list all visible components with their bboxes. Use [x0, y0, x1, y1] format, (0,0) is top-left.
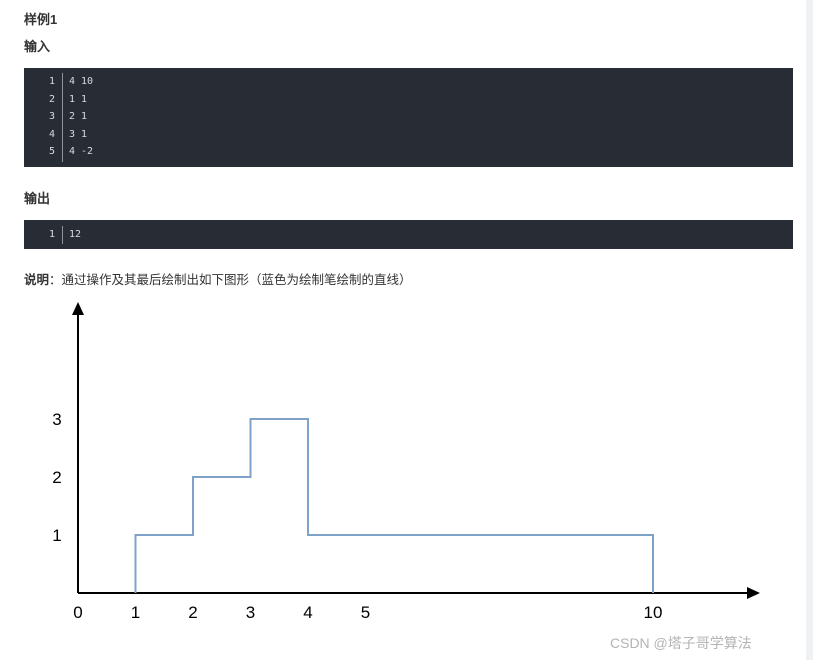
x-tick-label: 1 — [131, 603, 140, 622]
step-series-line — [134, 418, 654, 593]
watermark: CSDN @塔子哥学算法 — [610, 635, 752, 651]
y-tick-label: 2 — [52, 468, 61, 487]
y-tick-label: 3 — [52, 410, 61, 429]
x-tick-label: 2 — [188, 603, 197, 622]
x-tick-label: 0 — [73, 603, 82, 622]
y-axis-arrowhead — [72, 302, 84, 315]
x-axis-arrowhead — [747, 587, 760, 599]
y-tick-label: 1 — [52, 526, 61, 545]
x-tick-label: 3 — [246, 603, 255, 622]
step-chart: 0 1 2 3 4 5 10 1 2 3 — [52, 302, 760, 622]
x-tick-label: 4 — [303, 603, 312, 622]
x-tick-label: 5 — [361, 603, 370, 622]
x-tick-label: 10 — [644, 603, 663, 622]
